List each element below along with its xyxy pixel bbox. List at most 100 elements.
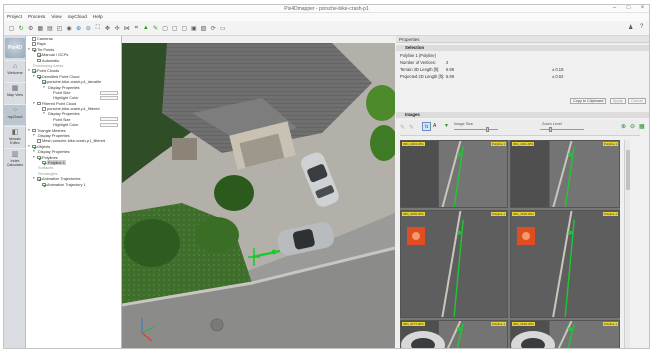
property-value-field[interactable] — [100, 122, 118, 127]
camera-icon[interactable]: ◉ — [66, 24, 73, 32]
menu-project[interactable]: Project — [7, 15, 22, 20]
sidebar-item-index-calculator[interactable]: ▥ Index Calculator — [4, 148, 26, 169]
image-size-slider[interactable] — [454, 129, 498, 130]
move-icon[interactable]: ✣ — [114, 24, 121, 32]
sort-icon[interactable]: ⇅ — [422, 122, 431, 131]
visibility-checkbox[interactable] — [42, 160, 46, 165]
visibility-checkbox[interactable] — [37, 58, 41, 63]
menu-process[interactable]: Process — [28, 15, 45, 20]
cube-icon[interactable]: ◰ — [56, 24, 63, 32]
images-scrollbar[interactable] — [624, 140, 630, 348]
image-icon[interactable]: ▨ — [200, 24, 207, 32]
zoom-in-icon[interactable]: ⊕ — [621, 123, 626, 130]
menu-raycloud[interactable]: rayCloud — [68, 15, 87, 20]
front-window — [172, 138, 197, 160]
box3-icon[interactable]: ▢ — [181, 24, 188, 32]
visibility-checkbox[interactable] — [42, 80, 46, 84]
manhole-cover — [210, 318, 224, 332]
zoom-slider[interactable] — [540, 129, 584, 130]
zoom-out-icon[interactable]: ⊖ — [630, 123, 635, 130]
image-name-tag: IMG_2186.JPG — [402, 212, 425, 216]
crop-icon[interactable]: ⌗ — [133, 24, 140, 32]
settings-icon[interactable]: ⚙ — [27, 24, 34, 32]
film-icon[interactable]: ▭ — [219, 24, 226, 32]
box2-icon[interactable]: ▢ — [171, 24, 178, 32]
visibility-checkbox[interactable] — [42, 107, 46, 111]
image-thumbnail[interactable]: IMG_2169.JPG Polyline 1 — [510, 320, 620, 348]
scrollbar-thumb[interactable] — [626, 150, 630, 190]
menu-view[interactable]: View — [51, 15, 61, 20]
fit-icon[interactable]: ⛶ — [94, 24, 101, 32]
pix4d-logo: Pix4D — [5, 38, 25, 58]
image-thumbnail[interactable]: IMG_2195.JPG Polyline 1 — [510, 210, 620, 318]
pencil-icon[interactable]: ✎ — [152, 24, 159, 32]
visibility-checkbox[interactable] — [32, 42, 36, 46]
thumbnail-image — [401, 141, 464, 207]
fit-icon[interactable]: ▦ — [639, 123, 645, 130]
property-value-field[interactable] — [100, 90, 118, 95]
new-icon[interactable]: ▢ — [8, 24, 15, 32]
visibility-checkbox[interactable] — [37, 155, 41, 160]
sidebar-item-map-view[interactable]: ▦ Map View — [4, 82, 26, 103]
visibility-checkbox[interactable] — [32, 47, 36, 52]
help-icon[interactable]: ? — [640, 24, 643, 30]
visibility-checkbox[interactable] — [37, 74, 41, 79]
image-size-slider-handle[interactable] — [486, 127, 489, 132]
box1-icon[interactable]: ▢ — [162, 24, 169, 32]
tree-row[interactable]: Animation Trajectory 1 — [26, 182, 121, 187]
text-size-icon[interactable]: A — [433, 123, 436, 129]
layers-icon[interactable]: ▤ — [46, 24, 53, 32]
visibility-checkbox[interactable] — [42, 182, 46, 187]
menu-bar: Project Process View rayCloud Help — [4, 13, 649, 21]
close-icon[interactable]: × — [639, 5, 646, 12]
polyline-tag: Polyline 1 — [602, 212, 618, 216]
image-thumbnail[interactable]: IMG_2177.JPG Polyline 1 — [400, 320, 508, 348]
zoom-in-icon[interactable]: ⊕ — [75, 24, 82, 32]
arrows-icon[interactable]: ✥ — [104, 24, 111, 32]
refresh-icon[interactable]: ↻ — [18, 24, 25, 32]
image-thumbnail[interactable]: IMG_2204.JPG Polyline 1 — [400, 140, 508, 208]
pencil-icon[interactable]: ✎ — [400, 124, 405, 131]
sidebar-item-raycloud[interactable]: ⁘ rayCloud — [4, 104, 26, 125]
image-thumbnail[interactable]: IMG_2186.JPG Polyline 1 — [400, 210, 508, 318]
visibility-checkbox[interactable] — [32, 144, 36, 149]
property-value-field[interactable] — [100, 117, 118, 122]
visibility-checkbox[interactable] — [32, 37, 36, 41]
pyramid-icon[interactable]: ▲ — [142, 24, 149, 32]
aerial-scene — [122, 43, 395, 348]
visibility-checkbox[interactable] — [37, 101, 41, 106]
zoom-slider-handle[interactable] — [549, 127, 552, 132]
filter-icon[interactable]: ▼ — [444, 123, 449, 129]
minimize-icon[interactable]: – — [611, 5, 618, 12]
sidebar-item-welcome[interactable]: ⌂ Welcome — [4, 60, 26, 81]
visibility-checkbox[interactable] — [37, 53, 41, 57]
raycloud-3d-view[interactable] — [122, 43, 395, 348]
image-name-tag: IMG_2204.JPG — [402, 142, 425, 146]
copy-to-clipboard-button[interactable]: Copy to Clipboard — [570, 98, 607, 104]
user-icon[interactable]: ♟ — [628, 24, 633, 31]
grid-icon[interactable]: ▦ — [37, 24, 44, 32]
image-name-tag: IMG_2169.JPG — [512, 322, 535, 326]
tag-icon[interactable]: ✎ — [409, 124, 414, 131]
visibility-checkbox[interactable] — [32, 69, 36, 73]
visibility-checkbox[interactable] — [37, 177, 41, 181]
polyline-tag: Polyline 1 — [490, 212, 506, 216]
link-icon[interactable]: ⟳ — [210, 24, 217, 32]
visibility-checkbox[interactable] — [32, 128, 36, 133]
maximize-icon[interactable]: □ — [625, 5, 632, 12]
visibility-checkbox[interactable] — [37, 139, 41, 143]
box4-icon[interactable]: ▣ — [190, 24, 197, 32]
sidebar-item-label: Welcome — [7, 71, 23, 75]
apply-button[interactable]: Apply — [610, 98, 626, 104]
images-section[interactable]: Images — [396, 112, 649, 118]
sidebar-item-mosaic-editor[interactable]: ◧ Mosaic Editor — [4, 126, 26, 147]
property-value-field[interactable] — [100, 95, 118, 100]
sidebar-item-label: rayCloud — [7, 115, 23, 119]
zoom-out-icon[interactable]: ⊖ — [85, 24, 92, 32]
split-icon[interactable]: ⋈ — [123, 24, 130, 32]
image-thumbnail[interactable]: IMG_2211.JPG Polyline 1 — [510, 140, 620, 208]
cancel-button[interactable]: Cancel — [628, 98, 646, 104]
selection-section[interactable]: Selection — [396, 45, 649, 51]
property-value: 2 — [446, 60, 449, 65]
menu-help[interactable]: Help — [93, 15, 103, 20]
